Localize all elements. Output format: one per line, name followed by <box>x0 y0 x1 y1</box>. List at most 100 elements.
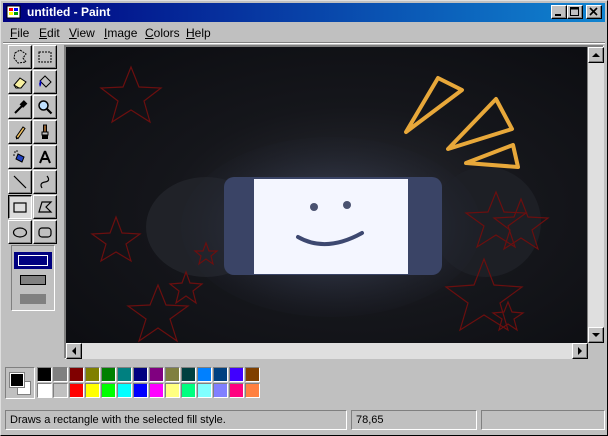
palette-swatch[interactable] <box>69 383 84 398</box>
scroll-up-button[interactable] <box>588 47 604 63</box>
tool-polygon[interactable] <box>33 195 57 219</box>
palette-swatch[interactable] <box>117 383 132 398</box>
tool-select[interactable] <box>33 45 57 69</box>
palette-swatch[interactable] <box>229 383 244 398</box>
menu-view[interactable]: View <box>69 26 95 40</box>
menu-edit[interactable]: Edit <box>39 26 60 40</box>
palette-swatch[interactable] <box>69 367 84 382</box>
palette-swatch[interactable] <box>101 367 116 382</box>
close-button[interactable] <box>586 5 602 19</box>
drawing-canvas[interactable] <box>66 47 587 343</box>
swatch-color <box>118 368 131 381</box>
maximize-button[interactable] <box>567 5 583 19</box>
swatch-color <box>150 368 163 381</box>
palette-swatch[interactable] <box>133 383 148 398</box>
fill-style-outline-and-fill[interactable] <box>18 274 48 286</box>
swatch-color <box>70 368 83 381</box>
palette-swatch[interactable] <box>85 367 100 382</box>
arrow-up-icon <box>592 53 600 57</box>
rounded-rectangle-icon <box>38 227 52 238</box>
scroll-left-button[interactable] <box>66 343 82 359</box>
canvas-frame <box>64 45 604 359</box>
palette-swatch[interactable] <box>213 367 228 382</box>
tool-rounded-rectangle[interactable] <box>33 220 57 244</box>
current-colors[interactable] <box>5 367 35 399</box>
palette-swatch[interactable] <box>245 367 260 382</box>
palette-swatch[interactable] <box>229 367 244 382</box>
scroll-right-button[interactable] <box>572 343 588 359</box>
menu-bar: File Edit View Image Colors Help <box>3 23 605 42</box>
rectangle-icon <box>13 202 27 213</box>
palette-swatch[interactable] <box>181 383 196 398</box>
tool-pick-color[interactable] <box>8 95 32 119</box>
tool-free-form-select[interactable] <box>8 45 32 69</box>
palette-swatch[interactable] <box>133 367 148 382</box>
close-icon <box>589 7 598 16</box>
tool-text[interactable] <box>33 145 57 169</box>
swatch-color <box>246 384 259 397</box>
swatch-color <box>182 368 195 381</box>
swatch-color <box>86 368 99 381</box>
palette-swatch[interactable] <box>181 367 196 382</box>
palette-swatch[interactable] <box>53 383 68 398</box>
horizontal-scrollbar[interactable] <box>66 343 588 359</box>
swatch-color <box>54 368 67 381</box>
pencil-icon <box>15 126 26 140</box>
tool-rectangle[interactable] <box>8 195 32 219</box>
fill-style-fill[interactable] <box>18 293 48 305</box>
vertical-scrollbar[interactable] <box>588 47 604 343</box>
palette-swatch[interactable] <box>245 383 260 398</box>
menu-image[interactable]: Image <box>104 26 137 40</box>
palette-swatch[interactable] <box>101 383 116 398</box>
swatch-color <box>102 384 115 397</box>
title-bar[interactable]: untitled - Paint <box>3 3 605 22</box>
tool-line[interactable] <box>8 170 32 194</box>
tool-eraser[interactable] <box>8 70 32 94</box>
minimize-button[interactable] <box>551 5 567 19</box>
status-size <box>481 410 605 430</box>
palette-swatch[interactable] <box>37 383 52 398</box>
tool-magnifier[interactable] <box>33 95 57 119</box>
scroll-down-button[interactable] <box>588 327 604 343</box>
fill-style-outline[interactable] <box>14 252 52 269</box>
palette-swatch[interactable] <box>53 367 68 382</box>
menu-file[interactable]: File <box>10 26 29 40</box>
palette-swatch[interactable] <box>213 383 228 398</box>
tool-pencil[interactable] <box>8 120 32 144</box>
arrow-left-icon <box>72 347 76 355</box>
status-coordinates: 78,65 <box>351 410 477 430</box>
color-palette <box>5 363 605 407</box>
tool-fill-with-color[interactable] <box>33 70 57 94</box>
swatch-color <box>70 384 83 397</box>
palette-swatch[interactable] <box>165 367 180 382</box>
status-help-text: Draws a rectangle with the selected fill… <box>5 410 347 430</box>
menu-separator <box>3 42 605 44</box>
palette-swatch[interactable] <box>149 367 164 382</box>
swatch-color <box>102 368 115 381</box>
magnifier-icon <box>38 100 53 115</box>
swatch-color <box>198 368 211 381</box>
paint-icon <box>6 5 21 19</box>
palette-swatch[interactable] <box>117 367 132 382</box>
arrow-right-icon <box>578 347 582 355</box>
palette-swatch[interactable] <box>85 383 100 398</box>
palette-swatch[interactable] <box>149 383 164 398</box>
swatch-color <box>214 368 227 381</box>
menu-help[interactable]: Help <box>186 26 211 40</box>
swatch-color <box>166 368 179 381</box>
window-title: untitled - Paint <box>27 5 111 19</box>
curve-icon <box>40 175 50 189</box>
palette-swatch[interactable] <box>197 367 212 382</box>
swatch-color <box>230 368 243 381</box>
palette-swatch[interactable] <box>197 383 212 398</box>
swatch-color <box>134 384 147 397</box>
tool-curve[interactable] <box>33 170 57 194</box>
tool-airbrush[interactable] <box>8 145 32 169</box>
tool-brush[interactable] <box>33 120 57 144</box>
tool-ellipse[interactable] <box>8 220 32 244</box>
swatch-color <box>246 368 259 381</box>
canvas-image <box>90 65 550 343</box>
palette-swatch[interactable] <box>165 383 180 398</box>
palette-swatch[interactable] <box>37 367 52 382</box>
menu-colors[interactable]: Colors <box>145 26 180 40</box>
